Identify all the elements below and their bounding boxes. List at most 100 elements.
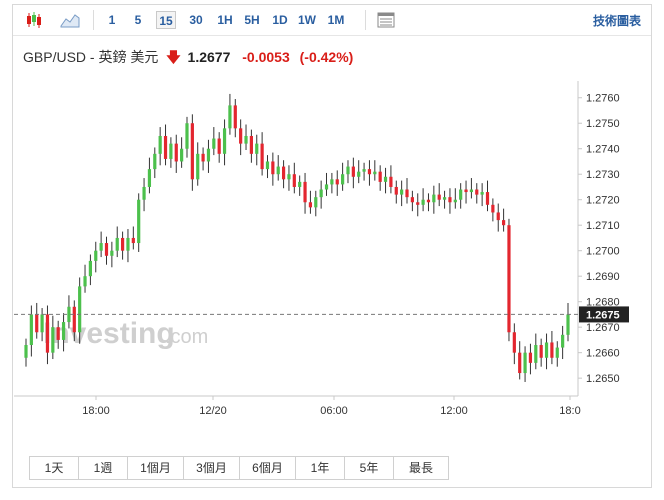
- candle-body: [222, 128, 227, 154]
- price-chart[interactable]: Investing.com1.27601.27501.27401.27301.2…: [13, 5, 651, 445]
- candle-body: [303, 181, 307, 203]
- candle-body: [426, 199, 431, 203]
- y-tick-label: 1.2720: [586, 195, 620, 207]
- range-button-5[interactable]: 1年: [296, 457, 345, 479]
- candle-body: [502, 220, 506, 226]
- candle-body: [507, 225, 511, 333]
- candle-body: [169, 143, 173, 159]
- candle-body: [249, 135, 253, 154]
- candle-body: [153, 153, 157, 170]
- y-tick-label: 1.2710: [586, 220, 620, 232]
- candle-body: [29, 314, 33, 346]
- candle-body: [544, 342, 549, 358]
- candle-body: [228, 105, 232, 129]
- candle-body: [362, 169, 366, 172]
- candle-body: [104, 243, 109, 256]
- range-button-7[interactable]: 最長: [394, 457, 448, 479]
- x-tick-label: 18:00: [82, 405, 110, 417]
- candle-body: [416, 202, 420, 205]
- x-tick-label: 12/20: [199, 405, 227, 417]
- candle-body: [383, 176, 388, 182]
- candle-body: [550, 342, 554, 358]
- time-range-selector: 1天 1週 1個月 3個月 6個月 1年 5年 最長: [29, 456, 449, 480]
- candle-body: [432, 194, 436, 203]
- candle-body: [496, 212, 500, 221]
- candle-body: [421, 199, 425, 205]
- candle-body: [405, 189, 409, 198]
- range-button-3[interactable]: 3個月: [184, 457, 240, 479]
- candle-body: [480, 192, 484, 195]
- candle-body: [239, 128, 243, 144]
- candle-body: [61, 322, 66, 340]
- candle-body: [351, 166, 355, 177]
- y-tick-label: 1.2750: [586, 118, 620, 130]
- candle-body: [233, 105, 237, 129]
- candle-body: [120, 237, 125, 251]
- y-tick-label: 1.2670: [586, 322, 620, 334]
- candle-body: [185, 123, 189, 149]
- candle-body: [464, 189, 468, 193]
- candle-body: [453, 199, 457, 203]
- candle-body: [56, 327, 60, 340]
- candle-body: [555, 347, 559, 358]
- current-price-label: 1.2675: [586, 309, 620, 321]
- candle-body: [206, 148, 211, 162]
- candle-body: [78, 286, 82, 333]
- candle-body: [367, 169, 372, 175]
- candle-body: [271, 161, 275, 175]
- y-tick-label: 1.2740: [586, 144, 620, 156]
- y-tick-label: 1.2650: [586, 373, 620, 385]
- candle-body: [88, 260, 92, 277]
- candle-body: [158, 135, 162, 154]
- candle-body: [72, 306, 76, 333]
- candle-body: [83, 276, 87, 287]
- candle-body: [265, 161, 270, 170]
- x-tick-label: 18:0: [559, 405, 580, 417]
- candle-body: [528, 352, 533, 363]
- candle-body: [212, 138, 216, 149]
- candle-body: [437, 194, 441, 200]
- candle-body: [163, 135, 168, 159]
- candle-body: [180, 148, 184, 162]
- candle-body: [40, 314, 44, 333]
- candle-body: [534, 345, 538, 363]
- candle-body: [539, 345, 543, 358]
- range-button-2[interactable]: 1個月: [128, 457, 184, 479]
- candle-body: [131, 237, 135, 244]
- range-button-6[interactable]: 5年: [345, 457, 394, 479]
- candle-body: [94, 250, 98, 261]
- candle-body: [142, 186, 146, 200]
- candle-body: [346, 166, 350, 175]
- candle-body: [442, 197, 447, 200]
- y-tick-label: 1.2690: [586, 271, 620, 283]
- candle-body: [512, 332, 516, 353]
- candle-body: [137, 199, 141, 244]
- watermark-suffix: .com: [165, 326, 208, 348]
- candle-body: [126, 237, 130, 251]
- candle-body: [459, 189, 463, 200]
- chart-widget: 1 5 15 30 1H 5H 1D 1W 1M 技術圖表 GBP/USD - 英鎊 美元 🡇 …: [12, 4, 652, 488]
- candle-body: [99, 243, 103, 251]
- candle-body: [190, 123, 194, 180]
- candle-body: [51, 327, 55, 353]
- candle-body: [147, 169, 152, 187]
- candle-body: [24, 345, 28, 358]
- candle-body: [330, 179, 334, 185]
- range-button-1[interactable]: 1週: [79, 457, 128, 479]
- candle-body: [35, 314, 39, 333]
- candle-body: [373, 171, 377, 175]
- candle-body: [244, 135, 248, 144]
- candle-body: [298, 181, 302, 187]
- candle-body: [475, 189, 479, 195]
- candle-body: [110, 250, 114, 256]
- candle-body: [292, 174, 296, 187]
- candle-body: [566, 314, 570, 335]
- candle-body: [518, 352, 522, 374]
- candle-body: [400, 189, 404, 195]
- candle-body: [115, 237, 119, 251]
- range-button-0[interactable]: 1天: [30, 457, 79, 479]
- range-button-4[interactable]: 6個月: [240, 457, 296, 479]
- candle-body: [314, 197, 318, 208]
- x-tick-label: 06:00: [320, 405, 348, 417]
- candle-body: [308, 202, 313, 208]
